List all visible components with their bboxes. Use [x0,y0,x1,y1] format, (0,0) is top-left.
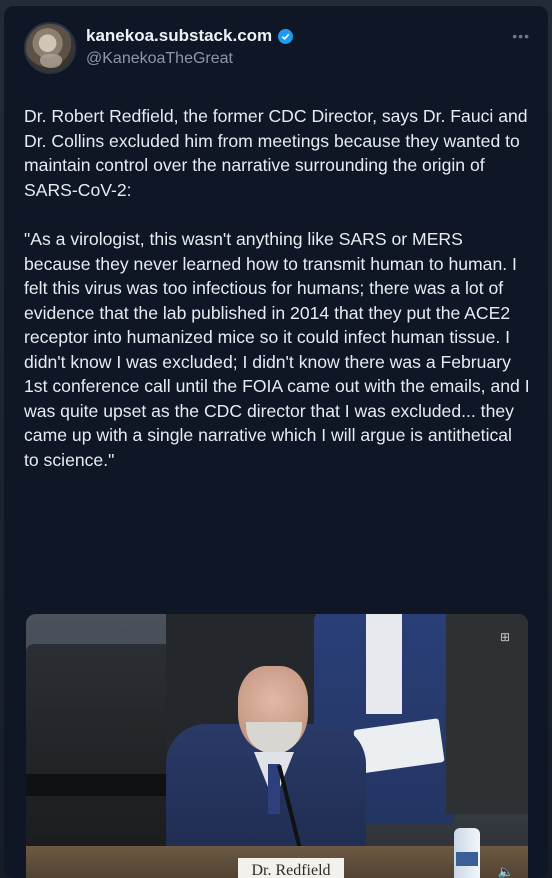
name-row: kanekoa.substack.com [86,26,294,46]
more-options-icon[interactable]: ••• [512,28,530,44]
media-overlay-icon[interactable]: ⊞ [500,630,516,646]
shirt [366,614,402,714]
chair [26,644,174,854]
tweet-header: kanekoa.substack.com @KanekoaTheGreat ••… [24,20,534,84]
tweet-text: Dr. Robert Redfield, the former CDC Dire… [24,104,530,472]
display-name[interactable]: kanekoa.substack.com [86,26,272,46]
chair-arm [26,774,176,796]
tweet-card: kanekoa.substack.com @KanekoaTheGreat ••… [4,6,548,878]
nameplate: Dr. Redfield [238,858,344,878]
tweet-paragraph: "As a virologist, this wasn't anything l… [24,229,530,470]
bottle-label [456,852,478,866]
avatar[interactable] [24,22,76,74]
volume-icon[interactable]: 🔈 [498,864,514,878]
user-handle[interactable]: @KanekoaTheGreat [86,50,233,68]
tweet-paragraph: Dr. Robert Redfield, the former CDC Dire… [24,106,528,200]
tweet-media-video[interactable]: Dr. Redfield ⊞ 🔈 [26,614,528,878]
verified-badge-icon [278,28,294,44]
